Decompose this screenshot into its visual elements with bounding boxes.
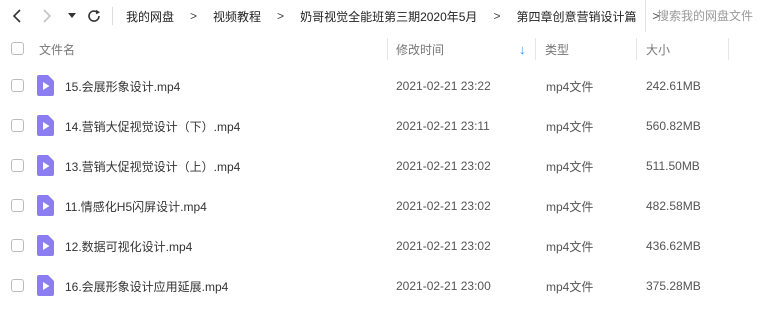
breadcrumb: 我的网盘 > 视频教程 > 奶哥视觉全能班第三期2020年5月 > 第四章创意营…	[118, 0, 667, 32]
column-divider	[387, 38, 388, 60]
navigation-bar: 我的网盘 > 视频教程 > 奶哥视觉全能班第三期2020年5月 > 第四章创意营…	[0, 0, 758, 32]
row-checkbox[interactable]	[11, 79, 24, 92]
file-modified-time: 2021-02-21 23:02	[396, 199, 491, 213]
file-size: 482.58MB	[646, 199, 701, 213]
breadcrumb-item-course[interactable]: 奶哥视觉全能班第三期2020年5月	[292, 8, 485, 25]
video-file-icon	[37, 195, 54, 216]
video-file-icon	[37, 275, 54, 296]
file-type: mp4文件	[546, 159, 594, 174]
video-file-icon	[37, 235, 54, 256]
breadcrumb-item-chapter-four[interactable]: 第四章创意营销设计篇	[508, 8, 644, 25]
chevron-right-icon	[43, 9, 52, 23]
chevron-left-icon	[12, 9, 21, 23]
breadcrumb-item-my-drive[interactable]: 我的网盘	[118, 8, 182, 25]
select-all-checkbox[interactable]	[11, 42, 24, 55]
file-row[interactable]: 13.营销大促视觉设计（上）.mp4 2021-02-21 23:02 mp4文件 5…	[0, 146, 758, 186]
file-name[interactable]: 16.会展形象设计应用延展.mp4	[65, 266, 228, 306]
row-checkbox[interactable]	[11, 239, 24, 252]
file-name[interactable]: 14.营销大促视觉设计（下）.mp4	[65, 106, 240, 146]
file-modified-time: 2021-02-21 23:00	[396, 279, 491, 293]
column-header-size[interactable]: 大小	[646, 32, 670, 66]
file-type: mp4文件	[546, 199, 594, 214]
history-dropdown-button[interactable]	[64, 6, 80, 26]
column-header-modified[interactable]: 修改时间	[396, 32, 444, 66]
file-list-header: 文件名 修改时间 ↓ 类型 大小	[0, 32, 758, 66]
row-checkbox[interactable]	[11, 279, 24, 292]
video-file-icon	[37, 155, 54, 176]
file-type: mp4文件	[546, 119, 594, 134]
column-header-type[interactable]: 类型	[545, 32, 569, 66]
file-name[interactable]: 11.情感化H5闪屏设计.mp4	[65, 186, 207, 226]
column-divider	[636, 38, 637, 60]
file-modified-time: 2021-02-21 23:22	[396, 79, 491, 93]
file-row[interactable]: 14.营销大促视觉设计（下）.mp4 2021-02-21 23:11 mp4文件 5…	[0, 106, 758, 146]
file-row[interactable]: 16.会展形象设计应用延展.mp4 2021-02-21 23:00 mp4文件 37…	[0, 266, 758, 306]
file-name[interactable]: 15.会展形象设计.mp4	[65, 66, 180, 106]
refresh-icon	[88, 9, 100, 22]
file-row[interactable]: 12.数据可视化设计.mp4 2021-02-21 23:02 mp4文件 436.6…	[0, 226, 758, 266]
nav-divider	[112, 7, 113, 25]
breadcrumb-separator: >	[493, 9, 501, 23]
search-input[interactable]	[646, 9, 758, 23]
file-size: 436.62MB	[646, 239, 701, 253]
sort-desc-icon[interactable]: ↓	[519, 32, 526, 66]
file-row[interactable]: 11.情感化H5闪屏设计.mp4 2021-02-21 23:02 mp4文件 482…	[0, 186, 758, 226]
search-box	[645, 0, 758, 32]
file-size: 242.61MB	[646, 79, 701, 93]
column-divider	[728, 38, 729, 60]
file-name[interactable]: 12.数据可视化设计.mp4	[65, 226, 192, 266]
row-checkbox[interactable]	[11, 199, 24, 212]
file-modified-time: 2021-02-21 23:02	[396, 239, 491, 253]
file-type: mp4文件	[546, 239, 594, 254]
back-button[interactable]	[8, 6, 28, 26]
file-size: 560.82MB	[646, 119, 701, 133]
row-checkbox[interactable]	[11, 159, 24, 172]
column-header-name[interactable]: 文件名	[39, 32, 75, 66]
breadcrumb-separator: >	[277, 9, 285, 23]
row-checkbox[interactable]	[11, 119, 24, 132]
refresh-button[interactable]	[84, 6, 104, 26]
file-modified-time: 2021-02-21 23:02	[396, 159, 491, 173]
file-modified-time: 2021-02-21 23:11	[396, 119, 490, 133]
breadcrumb-item-video-tutorials[interactable]: 视频教程	[205, 8, 269, 25]
column-divider	[535, 38, 536, 60]
video-file-icon	[37, 75, 54, 96]
file-name[interactable]: 13.营销大促视觉设计（上）.mp4	[65, 146, 240, 186]
video-file-icon	[37, 115, 54, 136]
file-type: mp4文件	[546, 279, 594, 294]
file-size: 511.50MB	[646, 159, 700, 173]
file-row[interactable]: 15.会展形象设计.mp4 2021-02-21 23:22 mp4文件 242.61…	[0, 66, 758, 106]
breadcrumb-separator: >	[190, 9, 198, 23]
forward-button[interactable]	[36, 6, 56, 26]
caret-down-icon	[68, 13, 76, 18]
file-size: 375.28MB	[646, 279, 701, 293]
file-type: mp4文件	[546, 79, 594, 94]
